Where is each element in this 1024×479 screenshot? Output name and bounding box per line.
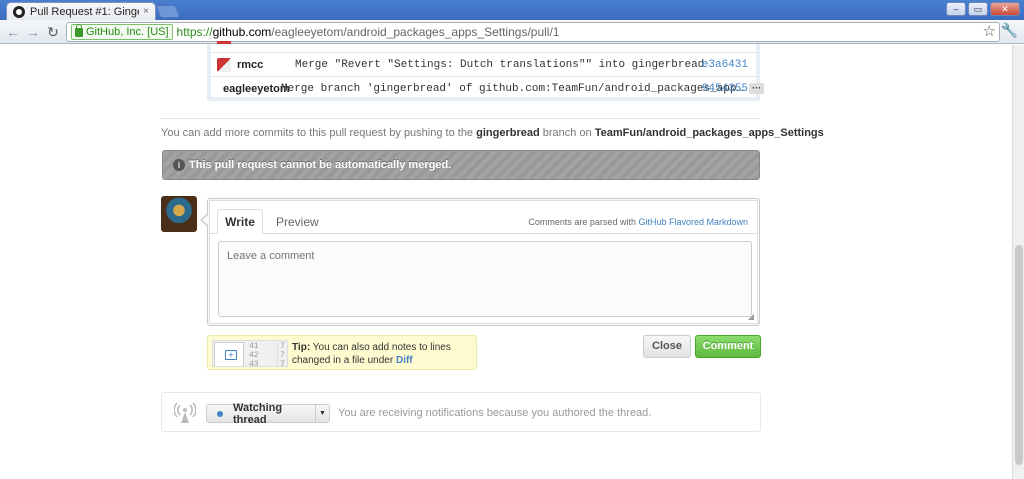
comment-tabs: Write Preview Comments are parsed with G… — [210, 201, 757, 235]
avatar[interactable] — [161, 196, 197, 232]
lock-icon — [75, 23, 83, 37]
commit-gravatar[interactable] — [217, 57, 231, 72]
commits-table: rmcc Merge "Revert "Settings: Dutch tran… — [207, 41, 765, 101]
bookmark-star-icon[interactable]: ☆ — [983, 22, 996, 40]
markdown-note-prefix: Comments are parsed with — [528, 217, 639, 227]
push-note-prefix: You can add more commits to this pull re… — [161, 127, 477, 139]
tip-line-number: 7 — [280, 342, 285, 351]
ev-certificate-badge[interactable]: GitHub, Inc. [US] — [71, 23, 173, 40]
tip-add-box: + — [214, 342, 244, 366]
tip-label: Tip: — [292, 342, 311, 353]
commit-author[interactable]: rmcc — [237, 59, 295, 71]
watch-label: Watching thread — [233, 401, 283, 426]
watching-thread-button[interactable]: Watching thread ▼ — [206, 401, 330, 426]
commit-message[interactable]: Merge "Revert "Settings: Dutch translati… — [295, 59, 704, 71]
tip-line-numbers-right: 7 7 7 — [277, 342, 285, 367]
merge-status-text: This pull request cannot be automaticall… — [189, 159, 452, 171]
expand-message-button[interactable]: ··· — [749, 83, 765, 94]
push-note-middle: branch on — [539, 127, 595, 139]
chevron-down-icon[interactable]: ▼ — [315, 405, 329, 422]
url-path: /eagleeyetom/android_packages_apps_Setti… — [271, 25, 560, 39]
reload-icon[interactable]: ↻ — [44, 23, 62, 41]
commit-row: eagleeyetom Merge branch 'gingerbread' o… — [211, 76, 765, 100]
tab-preview[interactable]: Preview — [276, 215, 319, 229]
gravatar-cropped — [217, 41, 231, 44]
tab-write[interactable]: Write — [217, 209, 263, 235]
window-controls: – ▭ ✕ — [946, 2, 1020, 16]
push-note-branch: gingerbread — [476, 127, 540, 139]
markdown-help-link[interactable]: GitHub Flavored Markdown — [638, 217, 748, 227]
minimize-button[interactable]: – — [946, 2, 966, 16]
resize-grip-icon[interactable]: ◢ — [748, 312, 754, 321]
tip-line-number: 43 — [249, 360, 259, 367]
commit-row: rmcc Merge "Revert "Settings: Dutch tran… — [211, 52, 756, 76]
forward-arrow-icon[interactable]: → — [24, 23, 42, 41]
window-close-button[interactable]: ✕ — [990, 2, 1020, 16]
github-favicon-icon — [13, 5, 25, 18]
commit-author[interactable]: eagleeyetom — [223, 83, 290, 95]
commit-sha[interactable]: e3a6431 — [702, 59, 748, 71]
tip-line-number: 7 — [280, 360, 285, 367]
info-icon: i — [173, 159, 185, 171]
broadcast-icon — [174, 402, 196, 423]
tab-close-icon[interactable]: × — [143, 6, 149, 17]
tip-text: Tip: You can also add notes to lines cha… — [292, 341, 477, 367]
close-button[interactable]: Close — [643, 335, 691, 358]
url-host: github.com — [212, 25, 272, 39]
tip-line-number: 42 — [249, 351, 259, 360]
add-note-icon: + — [225, 350, 237, 360]
comment-form: Write Preview Comments are parsed with G… — [200, 198, 760, 326]
browser-toolbar: ← → ↻ GitHub, Inc. [US] https://github.c… — [0, 20, 1024, 44]
watching-dot-icon — [217, 410, 223, 417]
notifications-reason: You are receiving notifications because … — [338, 407, 652, 419]
maximize-button[interactable]: ▭ — [968, 2, 988, 16]
markdown-note: Comments are parsed with GitHub Flavored… — [528, 217, 748, 227]
tip-body: You can also add notes to lines changed … — [292, 342, 451, 366]
diff-link[interactable]: Diff — [396, 355, 413, 366]
tab-title: Pull Request #1: Gingerbr — [30, 5, 139, 18]
push-note: You can add more commits to this pull re… — [161, 127, 824, 139]
tip-line-numbers: 41 42 43 — [249, 342, 259, 367]
comment-button[interactable]: Comment — [695, 335, 761, 358]
tip-line-number: 7 — [280, 351, 285, 360]
page-scrollbar[interactable] — [1012, 45, 1024, 479]
commit-sha[interactable]: 9454355 — [702, 83, 748, 95]
push-note-repo: TeamFun/android_packages_apps_Settings — [594, 127, 824, 139]
new-tab-button[interactable] — [155, 5, 181, 18]
browser-tab[interactable]: Pull Request #1: Gingerbr × — [6, 2, 156, 20]
tip-illustration: + 41 42 43 7 7 7 — [212, 340, 288, 367]
address-bar[interactable]: GitHub, Inc. [US] https://github.com/eag… — [66, 22, 1000, 42]
browser-titlebar: Pull Request #1: Gingerbr × – ▭ ✕ — [0, 0, 1024, 20]
comment-textarea[interactable] — [218, 241, 752, 317]
divider — [161, 118, 760, 119]
merge-status-bar: i This pull request cannot be automatica… — [162, 150, 760, 180]
notifications-box: Watching thread ▼ You are receiving noti… — [161, 392, 761, 432]
url-scheme: https:// — [176, 25, 213, 39]
diff-tip: + 41 42 43 7 7 7 Tip: You can also add n… — [207, 335, 477, 370]
ev-label: GitHub, Inc. [US] — [86, 26, 169, 38]
scrollbar-thumb[interactable] — [1015, 245, 1023, 465]
wrench-menu-icon[interactable]: 🔧 — [1001, 22, 1018, 39]
tip-line-number: 41 — [249, 342, 259, 351]
commit-message[interactable]: Merge branch 'gingerbread' of github.com… — [281, 83, 743, 95]
comment-form-inner: Write Preview Comments are parsed with G… — [209, 200, 758, 324]
back-arrow-icon[interactable]: ← — [4, 23, 22, 41]
